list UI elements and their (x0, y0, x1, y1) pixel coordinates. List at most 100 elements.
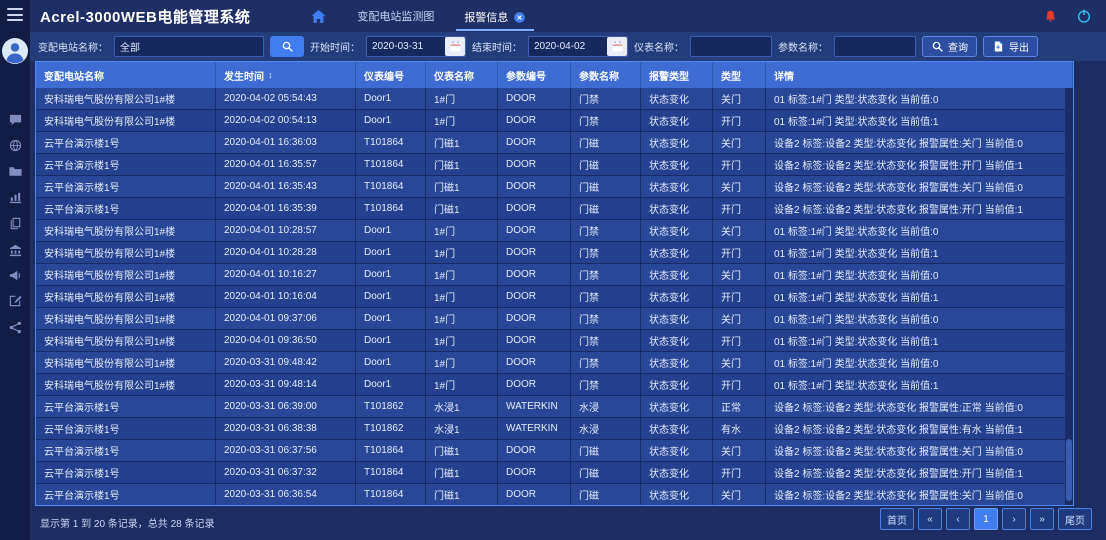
table-cell: 2020-04-01 10:28:28 (216, 242, 356, 263)
tab-alarm-info[interactable]: 报警信息 (464, 0, 526, 32)
table-row[interactable]: 云平台演示楼1号2020-04-01 16:36:03T101864门磁1DOO… (36, 132, 1073, 154)
table-cell: 状态变化 (641, 396, 713, 417)
table-cell: 云平台演示楼1号 (36, 132, 216, 153)
column-header[interactable]: 参数名称 (571, 62, 641, 88)
table-cell: 2020-04-01 16:35:43 (216, 176, 356, 197)
column-header[interactable]: 发生时间↕ (216, 62, 356, 88)
table-row[interactable]: 安科瑞电气股份有限公司1#楼2020-04-02 00:54:13Door11#… (36, 110, 1073, 132)
app-window: Acrel-3000WEB电能管理系统 变配电站监测图 报警信息 变配电站名称：… (0, 0, 1106, 540)
table-cell: 状态变化 (641, 264, 713, 285)
table-cell: 云平台演示楼1号 (36, 176, 216, 197)
column-header[interactable]: 参数编号 (498, 62, 571, 88)
end-calendar-icon[interactable] (607, 37, 627, 56)
documents-icon[interactable] (8, 216, 23, 231)
table-cell: 门禁 (571, 88, 641, 109)
alarm-icon[interactable] (1043, 9, 1058, 24)
page-button-›[interactable]: › (1002, 508, 1026, 530)
table-row[interactable]: 安科瑞电气股份有限公司1#楼2020-04-01 09:36:50Door11#… (36, 330, 1073, 352)
chart-icon[interactable] (8, 190, 23, 205)
end-time-label: 结束时间： (472, 39, 522, 54)
table-cell: 关门 (713, 440, 766, 461)
table-cell: 开门 (713, 462, 766, 483)
table-cell: DOOR (498, 440, 571, 461)
table-row[interactable]: 安科瑞电气股份有限公司1#楼2020-04-01 10:28:28Door11#… (36, 242, 1073, 264)
column-header[interactable]: 详情 (766, 62, 1073, 88)
globe-icon[interactable] (8, 138, 23, 153)
folder-icon[interactable] (8, 164, 23, 179)
table-row[interactable]: 云平台演示楼1号2020-03-31 06:38:38T101862水浸1WAT… (36, 418, 1073, 440)
table-cell: 01 标签:1#门 类型:状态变化 当前值:1 (766, 374, 1073, 395)
table-row[interactable]: 云平台演示楼1号2020-03-31 06:36:54T101864门磁1DOO… (36, 484, 1073, 505)
page-button-首页[interactable]: 首页 (880, 508, 914, 530)
meter-name-input[interactable] (690, 36, 772, 57)
edit-icon[interactable] (8, 294, 23, 309)
table-row[interactable]: 安科瑞电气股份有限公司1#楼2020-04-02 05:54:43Door11#… (36, 88, 1073, 110)
table-cell: 2020-03-31 06:37:32 (216, 462, 356, 483)
table-cell: Door1 (356, 286, 426, 307)
user-avatar[interactable] (2, 38, 28, 64)
column-header[interactable]: 仪表编号 (356, 62, 426, 88)
column-header[interactable]: 变配电站名称 (36, 62, 216, 88)
filter-bar: 变配电站名称： 开始时间： 结束时间： 仪表名称： 参数名称： 查询 导出 (30, 32, 1106, 61)
table-cell: 2020-04-02 00:54:13 (216, 110, 356, 131)
sort-icon[interactable]: ↕ (268, 70, 273, 80)
table-cell: 设备2 标签:设备2 类型:状态变化 报警属性:有水 当前值:1 (766, 418, 1073, 439)
table-cell: 安科瑞电气股份有限公司1#楼 (36, 110, 216, 131)
table-row[interactable]: 云平台演示楼1号2020-03-31 06:37:32T101864门磁1DOO… (36, 462, 1073, 484)
page-button-‹[interactable]: ‹ (946, 508, 970, 530)
pagination: 首页«‹1›»尾页 (880, 508, 1092, 530)
page-button-»[interactable]: » (1030, 508, 1054, 530)
table-row[interactable]: 安科瑞电气股份有限公司1#楼2020-04-01 10:16:04Door11#… (36, 286, 1073, 308)
table-cell: 云平台演示楼1号 (36, 440, 216, 461)
table-cell: T101864 (356, 462, 426, 483)
table-cell: 开门 (713, 154, 766, 175)
power-icon[interactable] (1076, 8, 1092, 24)
home-icon[interactable] (310, 8, 327, 25)
table-scrollbar[interactable] (1065, 88, 1073, 505)
column-header[interactable]: 类型 (713, 62, 766, 88)
table-row[interactable]: 云平台演示楼1号2020-03-31 06:37:56T101864门磁1DOO… (36, 440, 1073, 462)
table-row[interactable]: 安科瑞电气股份有限公司1#楼2020-04-01 09:37:06Door11#… (36, 308, 1073, 330)
table-cell: 1#门 (426, 264, 498, 285)
table-cell: 正常 (713, 396, 766, 417)
table-row[interactable]: 云平台演示楼1号2020-04-01 16:35:39T101864门磁1DOO… (36, 198, 1073, 220)
export-button[interactable]: 导出 (983, 36, 1038, 57)
table-cell: 关门 (713, 308, 766, 329)
announcement-icon[interactable] (8, 268, 23, 283)
table-row[interactable]: 安科瑞电气股份有限公司1#楼2020-04-01 10:28:57Door11#… (36, 220, 1073, 242)
message-icon[interactable] (8, 112, 23, 127)
table-row[interactable]: 云平台演示楼1号2020-04-01 16:35:57T101864门磁1DOO… (36, 154, 1073, 176)
scrollbar-thumb[interactable] (1066, 439, 1072, 501)
page-button-1[interactable]: 1 (974, 508, 998, 530)
building-icon[interactable] (8, 242, 23, 257)
query-button[interactable]: 查询 (922, 36, 977, 57)
table-cell: 门磁1 (426, 484, 498, 505)
table-cell: T101864 (356, 132, 426, 153)
menu-toggle-icon[interactable] (7, 8, 23, 21)
table-row[interactable]: 安科瑞电气股份有限公司1#楼2020-04-01 10:16:27Door11#… (36, 264, 1073, 286)
column-header[interactable]: 报警类型 (641, 62, 713, 88)
station-name-label: 变配电站名称： (38, 39, 108, 54)
page-button-«[interactable]: « (918, 508, 942, 530)
column-header[interactable]: 仪表名称 (426, 62, 498, 88)
table-cell: 1#门 (426, 286, 498, 307)
start-calendar-icon[interactable] (445, 37, 465, 56)
menu-item-substation-monitor[interactable]: 变配电站监测图 (357, 8, 434, 24)
station-search-button[interactable] (270, 36, 304, 57)
page-button-尾页[interactable]: 尾页 (1058, 508, 1092, 530)
table-cell: Door1 (356, 242, 426, 263)
table-cell: 门禁 (571, 242, 641, 263)
table-cell: 01 标签:1#门 类型:状态变化 当前值:0 (766, 88, 1073, 109)
table-row[interactable]: 安科瑞电气股份有限公司1#楼2020-03-31 09:48:42Door11#… (36, 352, 1073, 374)
param-name-input[interactable] (834, 36, 916, 57)
table-row[interactable]: 安科瑞电气股份有限公司1#楼2020-03-31 09:48:14Door11#… (36, 374, 1073, 396)
close-icon[interactable] (513, 11, 526, 24)
share-icon[interactable] (8, 320, 23, 335)
table-cell: 安科瑞电气股份有限公司1#楼 (36, 242, 216, 263)
table-cell: 状态变化 (641, 88, 713, 109)
station-name-input[interactable] (114, 36, 264, 57)
table-row[interactable]: 云平台演示楼1号2020-03-31 06:39:00T101862水浸1WAT… (36, 396, 1073, 418)
table-cell: Door1 (356, 110, 426, 131)
table-row[interactable]: 云平台演示楼1号2020-04-01 16:35:43T101864门磁1DOO… (36, 176, 1073, 198)
table-cell: 状态变化 (641, 176, 713, 197)
